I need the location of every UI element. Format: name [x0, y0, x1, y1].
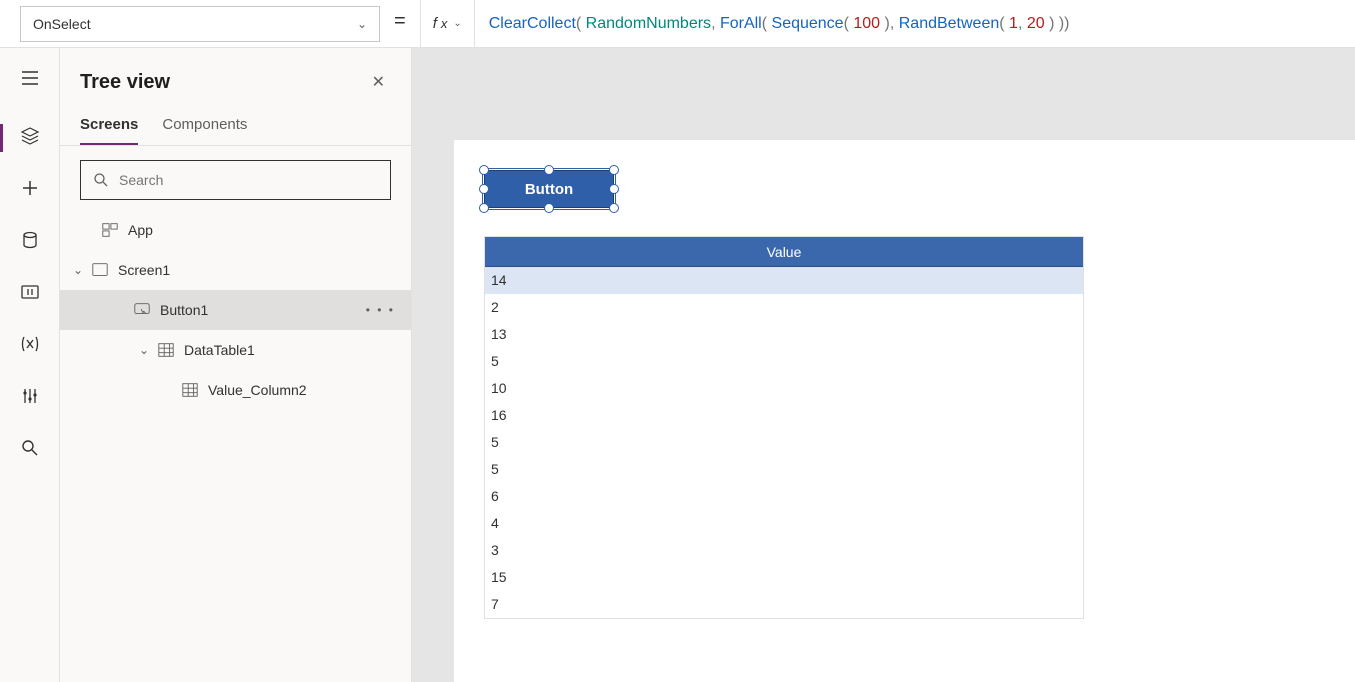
- resize-handle-br[interactable]: [609, 203, 619, 213]
- rail-insert-button[interactable]: [0, 164, 60, 216]
- datatable-row[interactable]: 15: [485, 564, 1083, 591]
- formula-token: ClearCollect: [489, 15, 576, 33]
- formula-token: 1: [1009, 15, 1018, 33]
- table-icon: [180, 380, 200, 400]
- property-selector[interactable]: OnSelect ⌄: [20, 6, 380, 42]
- formula-token: ,: [711, 15, 720, 33]
- formula-token: ,: [1018, 15, 1027, 33]
- datatable-header-value[interactable]: Value: [485, 237, 1083, 267]
- tree-item-label: Value_Column2: [208, 382, 401, 398]
- resize-handle-r[interactable]: [609, 184, 619, 194]
- rail-data-button[interactable]: [0, 216, 60, 268]
- datatable-row[interactable]: 6: [485, 483, 1083, 510]
- tree-search-input[interactable]: [119, 172, 378, 188]
- data-icon: [20, 230, 40, 255]
- expand-toggle[interactable]: ⌄: [70, 263, 86, 277]
- rail-hamburger-button[interactable]: [0, 54, 60, 106]
- close-icon[interactable]: ✕: [366, 66, 391, 98]
- fx-expand-button[interactable]: fx ⌄: [420, 0, 474, 47]
- datatable-row[interactable]: 10: [485, 375, 1083, 402]
- app-icon: [100, 220, 120, 240]
- chevron-down-icon: ⌄: [357, 17, 367, 31]
- resize-handle-tr[interactable]: [609, 165, 619, 175]
- tree-view-panel: Tree view ✕ Screens Components App ⌄ Scree…: [60, 48, 412, 682]
- resize-handle-t[interactable]: [544, 165, 554, 175]
- tree-item-button1[interactable]: Button1• • •: [60, 290, 411, 330]
- tab-components[interactable]: Components: [162, 108, 247, 145]
- rail-advanced-button[interactable]: [0, 372, 60, 424]
- more-icon[interactable]: • • •: [360, 303, 401, 317]
- datatable-row[interactable]: 2: [485, 294, 1083, 321]
- advanced-icon: [20, 386, 40, 411]
- formula-token: (: [844, 15, 854, 33]
- tree-item-label: Screen1: [118, 262, 401, 278]
- formula-token: ForAll: [720, 15, 762, 33]
- formula-token: (: [999, 15, 1009, 33]
- tree-view-title: Tree view: [80, 71, 170, 94]
- datatable-row[interactable]: 13: [485, 321, 1083, 348]
- formula-token: RandBetween: [899, 15, 1000, 33]
- fx-icon: f: [433, 15, 437, 32]
- control-datatable1[interactable]: Value 142135101655643157: [484, 236, 1084, 619]
- datatable-row[interactable]: 3: [485, 537, 1083, 564]
- tree-item-label: App: [128, 222, 401, 238]
- datatable-row[interactable]: 5: [485, 348, 1083, 375]
- datatable-row[interactable]: 14: [485, 267, 1083, 294]
- formula-token: ),: [880, 15, 899, 33]
- formula-token: (: [762, 15, 772, 33]
- canvas[interactable]: Button Value 142135101655643157: [412, 48, 1355, 682]
- control-button1-selection[interactable]: Button: [484, 170, 614, 208]
- datatable-row[interactable]: 5: [485, 456, 1083, 483]
- formula-token: 100: [853, 15, 880, 33]
- datatable-row[interactable]: 7: [485, 591, 1083, 618]
- rail-variables-button[interactable]: [0, 320, 60, 372]
- formula-token: Sequence: [772, 15, 844, 33]
- equals-sign: =: [390, 10, 420, 37]
- chevron-down-icon: ⌄: [453, 18, 461, 29]
- tree-search-box[interactable]: [80, 160, 391, 200]
- datatable-row[interactable]: 16: [485, 402, 1083, 429]
- artboard-screen1[interactable]: Button Value 142135101655643157: [454, 140, 1355, 682]
- rail-search-button[interactable]: [0, 424, 60, 476]
- hamburger-icon: [20, 68, 40, 93]
- resize-handle-tl[interactable]: [479, 165, 489, 175]
- screen-icon: [90, 260, 110, 280]
- left-rail: [0, 48, 60, 682]
- rail-media-button[interactable]: [0, 268, 60, 320]
- resize-handle-bl[interactable]: [479, 203, 489, 213]
- formula-input[interactable]: ClearCollect( RandomNumbers, ForAll( Seq…: [474, 0, 1355, 47]
- tree-item-label: DataTable1: [184, 342, 401, 358]
- formula-token: ) )): [1045, 15, 1070, 33]
- tree-list: App ⌄ Screen1 Button1• • • ⌄ DataTable1 Value_…: [60, 210, 411, 682]
- datatable-row[interactable]: 5: [485, 429, 1083, 456]
- tree-icon: [20, 126, 40, 151]
- tree-item-screen1[interactable]: ⌄ Screen1: [60, 250, 411, 290]
- expand-toggle[interactable]: ⌄: [136, 343, 152, 357]
- formula-bar: OnSelect ⌄ = fx ⌄ ClearCollect( RandomNu…: [0, 0, 1355, 48]
- resize-handle-b[interactable]: [544, 203, 554, 213]
- formula-token: RandomNumbers: [586, 15, 711, 33]
- tree-item-label: Button1: [160, 302, 360, 318]
- tab-screens[interactable]: Screens: [80, 108, 138, 145]
- formula-token: 20: [1027, 15, 1045, 33]
- rail-tree-button[interactable]: [0, 112, 60, 164]
- variables-icon: [20, 334, 40, 359]
- search-icon: [93, 172, 109, 188]
- tree-item-app[interactable]: App: [60, 210, 411, 250]
- formula-token: (: [576, 15, 586, 33]
- resize-handle-l[interactable]: [479, 184, 489, 194]
- button-icon: [132, 300, 152, 320]
- media-icon: [20, 282, 40, 307]
- table-icon: [156, 340, 176, 360]
- search-icon: [20, 438, 40, 463]
- tree-item-col1[interactable]: Value_Column2: [60, 370, 411, 410]
- tree-item-dt1[interactable]: ⌄ DataTable1: [60, 330, 411, 370]
- insert-icon: [20, 178, 40, 203]
- datatable-row[interactable]: 4: [485, 510, 1083, 537]
- property-selector-value: OnSelect: [33, 16, 91, 32]
